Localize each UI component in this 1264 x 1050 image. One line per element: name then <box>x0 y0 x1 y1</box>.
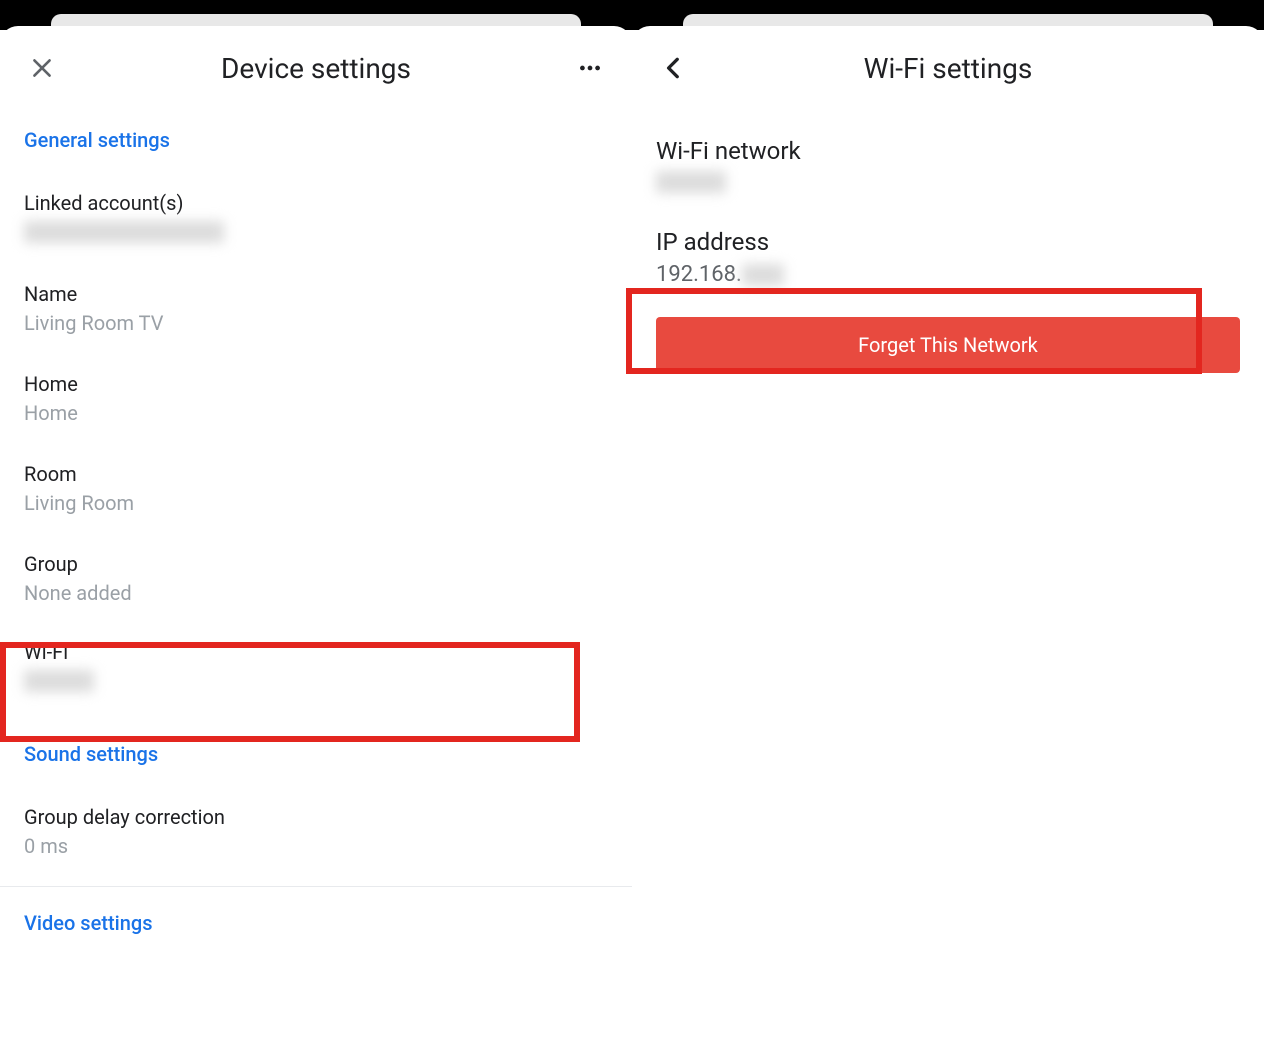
room-row[interactable]: Room Living Room <box>0 445 632 535</box>
name-label: Name <box>24 281 608 308</box>
ip-address-row: IP address 192.168. <box>632 213 1264 303</box>
name-row[interactable]: Name Living Room TV <box>0 265 632 355</box>
wifi-network-label: Wi-Fi network <box>656 136 1240 167</box>
page-title: Device settings <box>60 52 572 85</box>
close-button[interactable] <box>24 50 60 86</box>
ip-address-visible: 192.168. <box>656 262 742 287</box>
room-label: Room <box>24 461 608 488</box>
wifi-label: Wi-Fi <box>24 639 608 666</box>
device-settings-header: Device settings <box>0 40 632 104</box>
linked-accounts-value-redacted <box>24 221 224 243</box>
group-label: Group <box>24 551 608 578</box>
ip-address-label: IP address <box>656 227 1240 258</box>
forget-network-button[interactable]: Forget This Network <box>656 317 1240 373</box>
home-value: Home <box>24 400 608 427</box>
wifi-settings-card: Wi-Fi settings Wi-Fi network IP address … <box>632 26 1264 373</box>
name-value: Living Room TV <box>24 310 608 337</box>
more-horizontal-icon <box>577 55 603 81</box>
device-settings-card: Device settings General settings Linked … <box>0 26 632 957</box>
sound-settings-link[interactable]: Sound settings <box>0 718 632 788</box>
linked-accounts-row[interactable]: Linked account(s) <box>0 174 632 265</box>
group-delay-row[interactable]: Group delay correction 0 ms <box>0 788 632 878</box>
wifi-row[interactable]: Wi-Fi <box>0 625 632 718</box>
group-delay-label: Group delay correction <box>24 804 608 831</box>
more-button[interactable] <box>572 50 608 86</box>
header-spacer <box>1204 50 1240 86</box>
wifi-value-redacted <box>24 670 94 692</box>
wifi-network-row[interactable]: Wi-Fi network <box>632 122 1264 213</box>
ip-address-redacted <box>742 264 784 286</box>
wifi-settings-header: Wi-Fi settings <box>632 40 1264 104</box>
ip-address-value: 192.168. <box>656 262 1240 287</box>
general-settings-link[interactable]: General settings <box>0 104 632 174</box>
wifi-network-value-redacted <box>656 171 726 193</box>
group-delay-value: 0 ms <box>24 833 608 860</box>
group-value: None added <box>24 580 608 607</box>
home-label: Home <box>24 371 608 398</box>
video-settings-link[interactable]: Video settings <box>0 887 632 957</box>
room-value: Living Room <box>24 490 608 517</box>
group-row[interactable]: Group None added <box>0 535 632 625</box>
chevron-left-icon <box>661 55 687 81</box>
back-button[interactable] <box>656 50 692 86</box>
wifi-settings-screen: Wi-Fi settings Wi-Fi network IP address … <box>632 0 1264 1050</box>
linked-accounts-label: Linked account(s) <box>24 190 608 217</box>
home-row[interactable]: Home Home <box>0 355 632 445</box>
device-settings-list: General settings Linked account(s) Name … <box>0 104 632 957</box>
close-icon <box>29 55 55 81</box>
page-title: Wi-Fi settings <box>692 52 1204 85</box>
device-settings-screen: Device settings General settings Linked … <box>0 0 632 1050</box>
